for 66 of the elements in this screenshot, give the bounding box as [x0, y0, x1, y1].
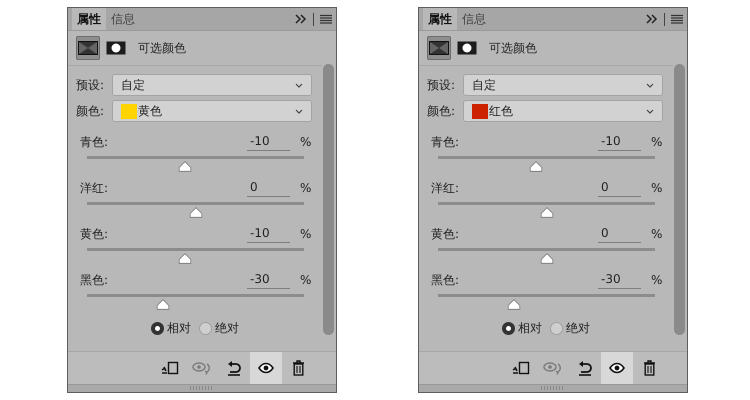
adjustment-mode-button[interactable]	[76, 36, 100, 60]
resize-grip[interactable]	[419, 384, 687, 392]
slider-thumb[interactable]	[178, 253, 192, 264]
resize-grip[interactable]	[68, 384, 336, 392]
value-field[interactable]: 0	[247, 179, 290, 197]
clip-to-layer-icon	[161, 361, 179, 375]
trash-icon	[292, 360, 304, 376]
slider-label: 洋红:	[80, 180, 110, 196]
eye-button[interactable]	[250, 352, 282, 384]
slider-thumb[interactable]	[156, 299, 170, 310]
method-radio[interactable]: 相对	[151, 320, 191, 337]
trash-icon	[642, 360, 656, 376]
eye-cycle-icon	[192, 361, 212, 375]
chevron-icon	[295, 108, 303, 114]
eye-icon	[609, 362, 625, 374]
method-radio[interactable]: 相对	[502, 320, 542, 337]
panel-tab[interactable]: 信息	[106, 8, 140, 30]
value-field[interactable]: 0	[598, 179, 641, 197]
slider-label: 青色:	[431, 134, 460, 150]
collapse-icon[interactable]	[295, 14, 307, 24]
value-field[interactable]: -10	[247, 133, 290, 151]
colors-label: 颜色:	[76, 102, 106, 120]
slider-thumb[interactable]	[529, 161, 542, 172]
slider-label: 黄色:	[80, 226, 110, 242]
eye-button[interactable]	[601, 352, 633, 384]
adjustment-mode-button[interactable]	[427, 36, 451, 60]
clip-to-layer-icon	[512, 361, 530, 375]
chevron-icon	[646, 82, 654, 88]
eye-cycle-icon	[543, 361, 563, 375]
value-field[interactable]: -10	[247, 225, 290, 243]
slider-label: 青色:	[80, 134, 110, 150]
reset-icon	[226, 360, 242, 376]
panel-tab[interactable]: 属性	[423, 8, 457, 30]
preset-dropdown[interactable]: 自定	[112, 74, 312, 96]
eye-icon	[258, 362, 274, 374]
adjustment-title: 可选颜色	[489, 40, 537, 56]
panel-tab[interactable]: 属性	[72, 8, 106, 30]
slider-label: 黑色:	[431, 272, 460, 288]
preset-label: 预设:	[427, 76, 456, 94]
menu-icon[interactable]	[671, 14, 683, 24]
slider-thumb[interactable]	[189, 207, 202, 218]
method-radio[interactable]: 绝对	[550, 320, 590, 337]
preset-dropdown[interactable]: 自定	[463, 74, 663, 96]
slider-label: 黑色:	[80, 272, 110, 288]
adjustment-title: 可选颜色	[138, 40, 186, 56]
chevron-icon	[646, 108, 654, 114]
slider-label: 黄色:	[431, 226, 460, 242]
chevron-icon	[295, 82, 303, 88]
value-field[interactable]: -30	[598, 271, 641, 289]
method-radio[interactable]: 绝对	[199, 320, 239, 337]
slider-thumb[interactable]	[178, 161, 192, 172]
value-field[interactable]: 0	[598, 225, 641, 243]
slider-label: 洋红:	[431, 180, 460, 196]
colors-label: 颜色:	[427, 102, 456, 120]
collapse-icon[interactable]	[646, 14, 658, 24]
value-field[interactable]: -30	[247, 271, 290, 289]
slider-thumb[interactable]	[540, 207, 553, 218]
preset-label: 预设:	[76, 76, 106, 94]
value-field[interactable]: -10	[598, 133, 641, 151]
colors-dropdown[interactable]: 红色	[463, 100, 663, 122]
colors-dropdown[interactable]: 黄色	[112, 100, 312, 122]
slider-thumb[interactable]	[540, 253, 553, 264]
panel-tab[interactable]: 信息	[457, 8, 491, 30]
slider-thumb[interactable]	[507, 299, 520, 310]
menu-icon[interactable]	[320, 14, 332, 24]
reset-icon	[577, 360, 593, 376]
